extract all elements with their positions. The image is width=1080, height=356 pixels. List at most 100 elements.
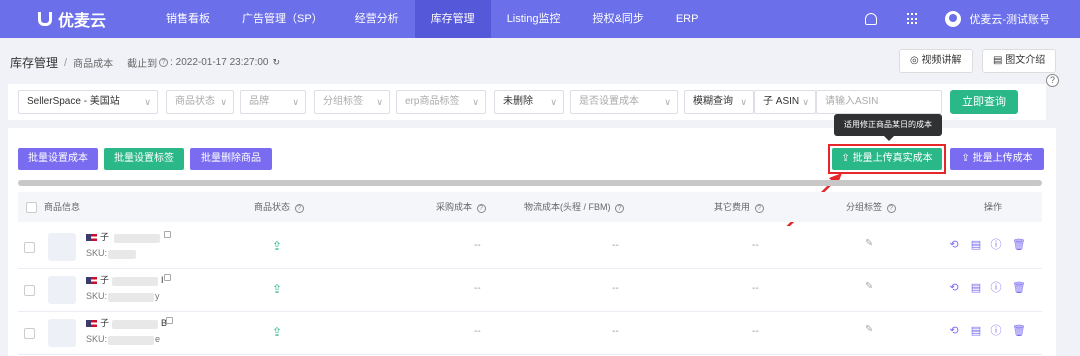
- group-select-placeholder: 分组标签: [323, 96, 363, 107]
- brand-select[interactable]: 品牌 ∨: [240, 90, 306, 114]
- batch-delete-button[interactable]: 批量删除商品: [190, 148, 272, 170]
- logistics-cost: --: [612, 326, 619, 337]
- history-icon[interactable]: ⟲: [948, 282, 960, 294]
- video-button[interactable]: ◎ 视频讲解: [899, 49, 973, 73]
- other-cost: --: [752, 283, 759, 294]
- col-status-label: 商品状态: [254, 202, 291, 212]
- document-icon[interactable]: ▤: [970, 239, 982, 251]
- asin-text[interactable]: 子: [100, 230, 109, 243]
- group-select[interactable]: 分组标签 ∨: [314, 90, 390, 114]
- us-flag-icon: [86, 320, 97, 327]
- table-header: 商品信息 商品状态 ? 采购成本 ? 物流成本(头程 / FBM) ? 其它费用…: [18, 192, 1042, 222]
- search-field-select[interactable]: 子 ASIN ∨: [754, 90, 816, 114]
- store-select[interactable]: SellerSpace - 美国站 ∨: [18, 90, 158, 114]
- history-icon[interactable]: ⟲: [948, 325, 960, 337]
- batch-set-tag-button[interactable]: 批量设置标签: [104, 148, 184, 170]
- document-icon[interactable]: ▤: [970, 282, 982, 294]
- external-link-icon[interactable]: [166, 317, 173, 324]
- nav-item-auth[interactable]: 授权&同步: [576, 0, 659, 38]
- history-icon[interactable]: ⟲: [948, 239, 960, 251]
- info-icon[interactable]: ⓘ: [990, 282, 1002, 294]
- chevron-down-icon: ∨: [664, 97, 671, 107]
- edit-tag-icon[interactable]: ✎: [865, 281, 873, 292]
- nav-item-inventory[interactable]: 库存管理: [414, 0, 491, 38]
- purchase-cost: --: [474, 283, 481, 294]
- title-bar: 库存管理 / 商品成本 截止到 ? : 2022-01-17 23:27:00 …: [0, 38, 1080, 82]
- col-logistics-label: 物流成本(头程 / FBM): [524, 202, 611, 212]
- row-checkbox[interactable]: [24, 328, 35, 339]
- delete-icon[interactable]: 🗑: [1012, 325, 1026, 337]
- bell-icon[interactable]: [865, 13, 878, 25]
- sku-prefix: SKU:: [86, 334, 108, 344]
- query-button[interactable]: 立即查询: [950, 90, 1018, 114]
- logo[interactable]: 优麦云: [0, 7, 150, 31]
- purchase-cost: --: [474, 240, 481, 251]
- nav-item-sales[interactable]: 销售看板: [150, 0, 226, 38]
- edit-tag-icon[interactable]: ✎: [865, 238, 873, 249]
- col-group-label: 分组标签: [846, 202, 883, 212]
- refresh-icon[interactable]: ↻: [273, 57, 281, 68]
- delete-icon[interactable]: 🗑: [1012, 239, 1026, 251]
- apps-grid-icon[interactable]: [907, 13, 919, 25]
- product-thumbnail: [48, 319, 76, 347]
- info-icon[interactable]: ⓘ: [990, 239, 1002, 251]
- edit-tag-icon[interactable]: ✎: [865, 324, 873, 335]
- row-checkbox[interactable]: [24, 285, 35, 296]
- question-icon[interactable]: ?: [476, 204, 486, 213]
- cost-set-select[interactable]: 是否设置成本 ∨: [570, 90, 678, 114]
- question-icon[interactable]: ?: [294, 204, 304, 213]
- sku-prefix: SKU:: [86, 291, 108, 301]
- nav-right: 优麦云-测试账号: [865, 0, 1080, 38]
- question-icon[interactable]: ?: [615, 204, 625, 213]
- sku-tail: y: [155, 291, 160, 301]
- help-icon[interactable]: ?: [1046, 74, 1059, 87]
- asin-search-input[interactable]: 请输入ASIN: [816, 90, 942, 114]
- match-mode-select[interactable]: 模糊查询 ∨: [684, 90, 754, 114]
- redacted-asin: [112, 320, 158, 329]
- nav-item-erp[interactable]: ERP: [660, 0, 715, 38]
- nav-item-listing[interactable]: Listing监控: [491, 0, 577, 38]
- delete-icon[interactable]: 🗑: [1012, 282, 1026, 294]
- upload-icon[interactable]: ⇪: [272, 239, 282, 253]
- external-link-icon[interactable]: [164, 231, 171, 238]
- doc-button[interactable]: ▤ 图文介绍: [982, 49, 1057, 73]
- upload-cost-label: 批量上传成本: [972, 153, 1033, 164]
- question-icon[interactable]: ?: [886, 204, 896, 213]
- batch-set-cost-button[interactable]: 批量设置成本: [18, 148, 98, 170]
- video-button-label: 视频讲解: [921, 55, 962, 66]
- status-select[interactable]: 商品状态 ∨: [166, 90, 234, 114]
- avatar[interactable]: [945, 11, 962, 27]
- row-checkbox[interactable]: [24, 242, 35, 253]
- nav-item-analysis[interactable]: 经营分析: [339, 0, 415, 38]
- search-field-value: 子 ASIN: [763, 96, 800, 107]
- horizontal-scrollbar[interactable]: [18, 180, 1042, 186]
- col-group: 分组标签 ?: [846, 192, 898, 222]
- status-select-placeholder: 商品状态: [175, 96, 215, 107]
- document-icon[interactable]: ▤: [970, 325, 982, 337]
- doc-button-label: 图文介绍: [1005, 55, 1046, 66]
- redacted-asin: [112, 277, 158, 286]
- table-row: 子 SKU: ⇪ -- -- -- ✎ ⟲ ▤ ⓘ 🗑: [18, 226, 1042, 269]
- nav-item-ads[interactable]: 广告管理（SP）: [226, 0, 339, 38]
- asin-prefix: 子: [100, 318, 110, 328]
- upload-icon[interactable]: ⇪: [272, 325, 282, 339]
- account-name[interactable]: 优麦云-测试账号: [969, 11, 1050, 27]
- question-icon[interactable]: ?: [159, 58, 169, 67]
- upload-icon[interactable]: ⇪: [272, 282, 282, 296]
- select-all-checkbox[interactable]: [26, 202, 37, 213]
- col-status: 商品状态 ?: [254, 192, 306, 222]
- purchase-cost: --: [474, 326, 481, 337]
- chevron-down-icon: ∨: [550, 97, 557, 107]
- question-icon[interactable]: ?: [754, 204, 764, 213]
- logo-text: 优麦云: [58, 13, 107, 30]
- col-other-label: 其它费用: [714, 202, 751, 212]
- external-link-icon[interactable]: [164, 274, 171, 281]
- sku-tail: e: [155, 334, 161, 344]
- info-icon[interactable]: ⓘ: [990, 325, 1002, 337]
- erp-tag-select[interactable]: erp商品标签 ∨: [396, 90, 486, 114]
- table-row: 子B SKU: e ⇪ -- -- -- ✎ ⟲ ▤ ⓘ 🗑: [18, 312, 1042, 355]
- brand-select-placeholder: 品牌: [249, 96, 269, 107]
- upload-cost-button[interactable]: ⇪ 批量上传成本: [950, 148, 1044, 170]
- breadcrumb: 库存管理 / 商品成本 截止到 ? : 2022-01-17 23:27:00 …: [10, 54, 280, 71]
- deleted-select[interactable]: 未删除 ∨: [494, 90, 564, 114]
